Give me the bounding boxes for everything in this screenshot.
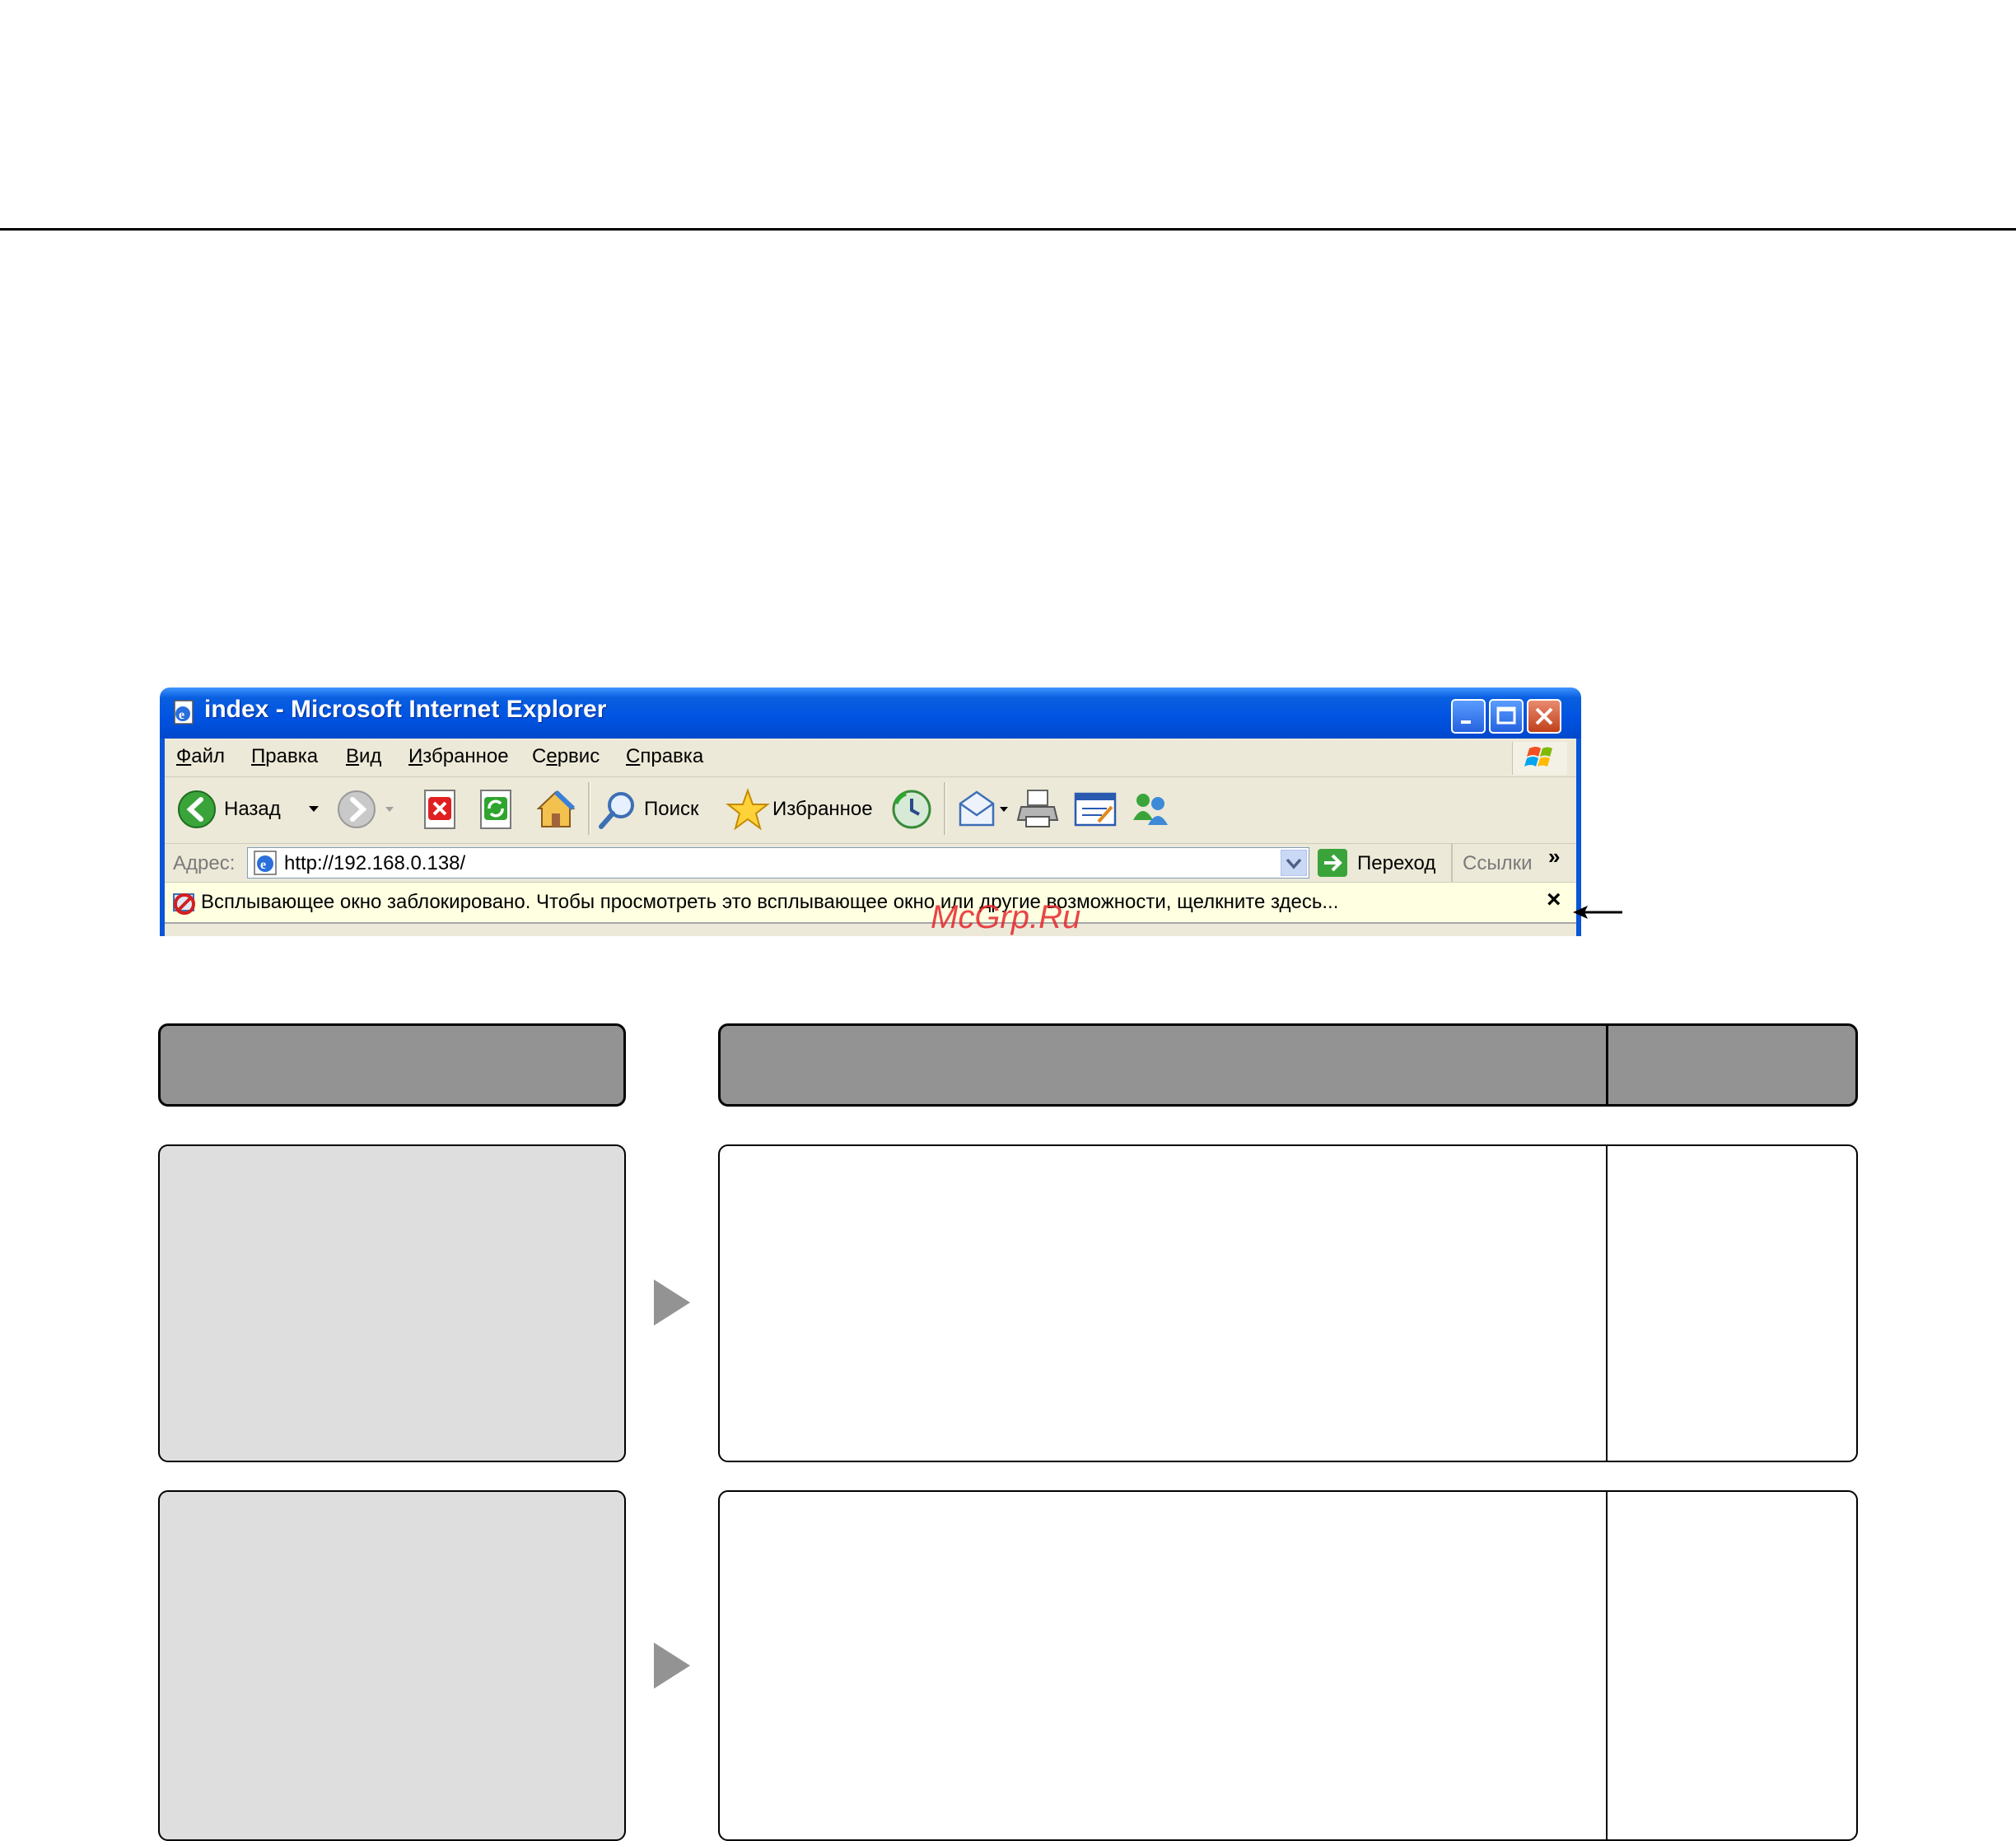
links-button[interactable]: Ссылки — [1463, 852, 1533, 875]
favorites-button[interactable]: Избранное — [725, 787, 881, 832]
chevron-more-icon[interactable]: » — [1548, 844, 1560, 869]
menu-help-label: правка — [640, 745, 704, 767]
mail-dropdown-icon[interactable] — [998, 805, 1010, 813]
back-button[interactable]: Назад — [176, 787, 308, 832]
ie-page-icon: e — [174, 700, 194, 725]
row1-arrow-icon — [654, 1279, 690, 1326]
menu-favorites-label: збранное — [422, 745, 509, 767]
close-button[interactable] — [1527, 699, 1561, 734]
search-label: Поиск — [644, 798, 699, 820]
refresh-icon[interactable] — [478, 789, 514, 830]
menu-favorites[interactable]: Избранное — [408, 745, 509, 768]
menu-tools-label: рвис — [557, 745, 600, 767]
menu-bar: Файл Правка Вид Избранное Сервис Справка — [165, 739, 1576, 777]
back-arrow-icon — [178, 790, 216, 828]
windows-logo-area — [1512, 742, 1567, 775]
menu-tools[interactable]: Сервис — [532, 745, 600, 768]
table-header-divider — [1606, 1026, 1608, 1104]
title-bar[interactable]: e index - Microsoft Internet Explorer — [160, 687, 1581, 739]
infobar-close-icon[interactable]: × — [1547, 886, 1561, 914]
address-bar: Адрес: e http://192.168.0.138/ Переход С… — [165, 844, 1576, 883]
row2-right-cell — [718, 1490, 1858, 1841]
address-input[interactable]: e http://192.168.0.138/ — [247, 847, 1309, 879]
close-icon — [1535, 707, 1553, 725]
svg-text:e: e — [179, 708, 184, 722]
go-label: Переход — [1357, 852, 1436, 874]
row1-left-cell — [158, 1144, 626, 1462]
menu-file[interactable]: Файл — [176, 745, 225, 768]
back-label: Назад — [224, 798, 281, 820]
menu-tools-prefix: С — [532, 745, 547, 767]
favorites-label: Избранное — [772, 798, 873, 820]
popup-blocked-infobar[interactable]: Всплывающее окно заблокировано. Чтобы пр… — [165, 883, 1576, 924]
windows-flag-icon — [1524, 747, 1552, 767]
menu-view[interactable]: Вид — [346, 745, 381, 768]
menu-file-label: айл — [191, 745, 226, 767]
home-icon[interactable] — [534, 785, 578, 832]
forward-dropdown-icon[interactable] — [384, 805, 395, 813]
favorites-star-icon — [726, 787, 770, 831]
ie-page-icon: e — [254, 851, 277, 875]
back-dropdown-icon[interactable] — [306, 804, 321, 815]
address-url: http://192.168.0.138/ — [284, 852, 466, 874]
address-dropdown-icon[interactable] — [1281, 850, 1307, 876]
menu-file-accel: Ф — [176, 745, 192, 767]
stop-icon[interactable] — [422, 789, 458, 830]
menu-view-accel: В — [346, 745, 360, 767]
row1-right-cell — [718, 1144, 1858, 1462]
menu-edit-label: равка — [265, 745, 319, 767]
minimize-icon — [1461, 720, 1471, 724]
toolbar-separator — [588, 782, 590, 835]
ie-browser-window: e index - Microsoft Internet Explorer Фа… — [160, 687, 1581, 936]
menu-tools-accel: е — [546, 745, 558, 767]
menu-view-label: ид — [359, 745, 382, 767]
menu-help[interactable]: Справка — [626, 745, 703, 768]
watermark: McGrp.Ru — [931, 899, 1081, 935]
address-label: Адрес: — [173, 852, 236, 874]
infobar-message: Всплывающее окно заблокировано. Чтобы пр… — [201, 891, 1339, 913]
menu-help-accel: С — [626, 745, 641, 767]
table-header-right — [718, 1023, 1858, 1107]
svg-text:e: e — [260, 858, 266, 872]
go-button[interactable]: Переход — [1318, 847, 1441, 880]
row1-divider — [1606, 1146, 1608, 1461]
messenger-icon[interactable] — [1128, 785, 1173, 832]
toolbar-separator — [944, 782, 946, 835]
window-title: index - Microsoft Internet Explorer — [204, 696, 607, 723]
go-arrow-icon — [1318, 849, 1347, 877]
search-button[interactable]: Поиск — [596, 787, 712, 832]
minimize-button[interactable] — [1451, 699, 1486, 734]
menu-favorites-accel: И — [408, 745, 423, 767]
search-icon — [599, 792, 634, 829]
history-media-icon[interactable] — [889, 787, 934, 832]
print-icon[interactable] — [1016, 785, 1061, 832]
callout-arrow-icon — [1573, 906, 1622, 919]
row2-divider — [1606, 1492, 1608, 1841]
menu-edit[interactable]: Правка — [251, 745, 318, 768]
menu-edit-accel: П — [251, 745, 266, 767]
table-header-left — [158, 1023, 626, 1107]
mail-icon[interactable] — [955, 787, 998, 832]
maximize-button[interactable] — [1489, 699, 1524, 734]
row2-arrow-icon — [654, 1643, 690, 1689]
edit-icon[interactable] — [1074, 789, 1118, 830]
maximize-icon — [1496, 706, 1516, 725]
toolbar-separator — [1451, 844, 1453, 882]
forward-arrow-icon[interactable] — [336, 789, 377, 830]
row2-left-cell — [158, 1490, 626, 1841]
top-divider-line — [0, 228, 2016, 231]
standard-toolbar: Назад Поиск Избранное — [165, 777, 1576, 844]
popup-blocked-icon — [173, 893, 195, 915]
